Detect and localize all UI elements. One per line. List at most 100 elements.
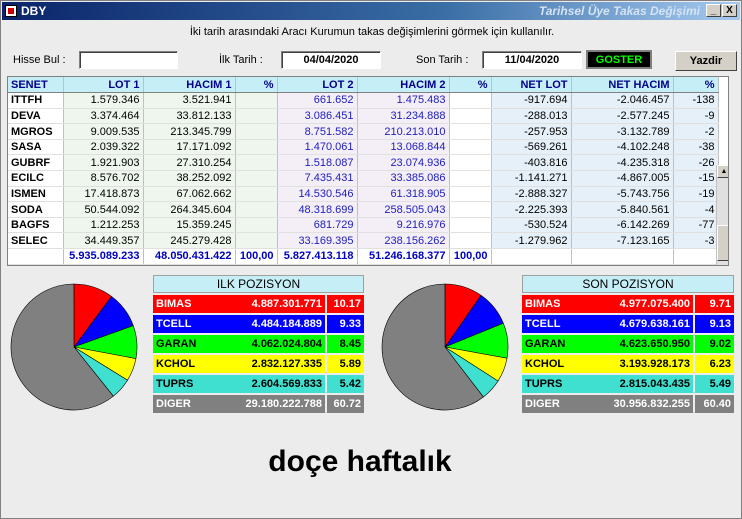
table-cell: 264.345.604 xyxy=(143,201,236,218)
table-cell: 1.579.346 xyxy=(63,92,144,109)
takas-table[interactable]: SENET LOT 1 HACIM 1% LOT 2 HACIM 2% NET LOT NE… xyxy=(7,76,729,266)
table-row[interactable]: DEVA 3.374.464 33.812.133 3.086.451 31.234.8… xyxy=(8,108,719,125)
position-value: 4.623.650.950 xyxy=(582,335,693,353)
table-cell: -2 xyxy=(673,123,719,140)
table-cell: 3.374.464 xyxy=(63,108,144,125)
total-cell: 5.827.413.118 xyxy=(277,248,358,265)
table-row[interactable]: SELEC 34.449.357 245.279.428 33.169.395 238.… xyxy=(8,232,719,250)
minimize-button[interactable]: _ xyxy=(706,4,721,17)
table-cell: SODA xyxy=(8,201,64,218)
position-name: TUPRS xyxy=(153,375,213,393)
position-row: BIMAS 4.887.301.771 10.17 xyxy=(153,295,364,313)
table-row[interactable]: SASA 2.039.322 17.171.092 1.470.061 13.068.8… xyxy=(8,139,719,156)
column-header[interactable]: % xyxy=(673,77,719,94)
table-cell xyxy=(235,139,278,156)
table-cell: -1.279.962 xyxy=(491,232,572,250)
position-percent: 5.49 xyxy=(695,375,734,393)
table-cell xyxy=(235,217,278,234)
table-cell: 33.169.395 xyxy=(277,232,358,250)
table-cell: -4.235.318 xyxy=(571,154,674,172)
position-name: GARAN xyxy=(153,335,213,353)
table-cell: GUBRF xyxy=(8,154,64,172)
close-button[interactable]: X xyxy=(722,4,737,17)
position-name: KCHOL xyxy=(522,355,582,373)
table-cell: BAGFS xyxy=(8,217,64,234)
table-cell xyxy=(449,186,492,203)
total-cell: 5.935.089.233 xyxy=(63,248,144,265)
table-row[interactable]: ECILC 8.576.702 38.252.092 7.435.431 33.385.… xyxy=(8,170,719,187)
position-row: GARAN 4.623.650.950 9.02 xyxy=(522,335,734,353)
ilk-tarih-input[interactable]: 04/04/2020 xyxy=(281,51,381,69)
table-cell xyxy=(449,232,492,250)
goster-button[interactable]: GOSTER xyxy=(586,50,652,69)
table-cell: -403.816 xyxy=(491,154,572,172)
title-bar[interactable]: DBY Tarihsel Üye Takas Değişimi _ X xyxy=(2,2,740,20)
table-cell: -138 xyxy=(673,92,719,109)
position-percent: 5.89 xyxy=(327,355,364,373)
table-cell: -26 xyxy=(673,154,719,172)
table-cell: 50.544.092 xyxy=(63,201,144,218)
table-cell: DEVA xyxy=(8,108,64,125)
table-row[interactable]: BAGFS 1.212.253 15.359.245 681.729 9.216.976… xyxy=(8,217,719,234)
table-cell: 1.518.087 xyxy=(277,154,358,172)
table-cell: 3.086.451 xyxy=(277,108,358,125)
table-cell: MGROS xyxy=(8,123,64,140)
table-cell: -530.524 xyxy=(491,217,572,234)
son-tarih-label: Son Tarih : xyxy=(416,54,469,66)
table-cell: -257.953 xyxy=(491,123,572,140)
table-row[interactable]: ISMEN 17.418.873 67.062.662 14.530.546 61.31… xyxy=(8,186,719,203)
table-cell: -2.577.245 xyxy=(571,108,674,125)
total-cell xyxy=(8,248,64,265)
column-header[interactable]: HACIM 1 xyxy=(143,77,236,94)
table-row[interactable]: SODA 50.544.092 264.345.604 48.318.699 258.5… xyxy=(8,201,719,218)
table-cell xyxy=(235,170,278,187)
description-text: İki tarih arasındaki Aracı Kurumun takas… xyxy=(189,26,555,38)
column-header[interactable]: % xyxy=(235,77,278,94)
position-row: TUPRS 2.604.569.833 5.42 xyxy=(153,375,364,393)
position-percent: 9.13 xyxy=(695,315,734,333)
column-header[interactable]: LOT 1 xyxy=(63,77,144,94)
table-cell: -2.046.457 xyxy=(571,92,674,109)
yazdir-button[interactable]: Yazdir xyxy=(675,51,737,71)
position-name: TCELL xyxy=(153,315,213,333)
vertical-scrollbar[interactable]: ▲ ▼ xyxy=(716,165,728,265)
column-header[interactable]: SENET xyxy=(8,77,64,94)
table-cell: SELEC xyxy=(8,232,64,250)
column-header[interactable]: % xyxy=(449,77,492,94)
table-cell: 61.318.905 xyxy=(357,186,450,203)
table-cell: 1.921.903 xyxy=(63,154,144,172)
position-percent: 6.23 xyxy=(695,355,734,373)
hisse-search-input[interactable] xyxy=(79,51,178,69)
table-row[interactable]: GUBRF 1.921.903 27.310.254 1.518.087 23.074.… xyxy=(8,154,719,172)
position-value: 2.832.127.335 xyxy=(213,355,325,373)
table-cell xyxy=(235,201,278,218)
column-header[interactable]: NET LOT xyxy=(491,77,572,94)
table-cell: 1.470.061 xyxy=(277,139,358,156)
table-cell xyxy=(235,92,278,109)
table-cell: -15 xyxy=(673,170,719,187)
position-percent: 9.33 xyxy=(327,315,364,333)
scroll-thumb[interactable] xyxy=(717,225,728,261)
table-cell: 9.009.535 xyxy=(63,123,144,140)
table-cell: -4.102.248 xyxy=(571,139,674,156)
table-row[interactable]: MGROS 9.009.535 213.345.799 8.751.582 210.21… xyxy=(8,123,719,140)
table-cell: 23.074.936 xyxy=(357,154,450,172)
table-cell xyxy=(235,154,278,172)
column-header[interactable]: HACIM 2 xyxy=(357,77,450,94)
table-cell: ITTFH xyxy=(8,92,64,109)
table-row[interactable]: ITTFH 1.579.346 3.521.941 661.652 1.475.483 -… xyxy=(8,92,719,109)
table-cell xyxy=(449,123,492,140)
scroll-up-icon[interactable]: ▲ xyxy=(717,165,728,178)
total-cell xyxy=(491,248,572,265)
ilk-pozisyon-pie xyxy=(10,283,138,411)
son-tarih-input[interactable]: 11/04/2020 xyxy=(482,51,582,69)
column-header[interactable]: LOT 2 xyxy=(277,77,358,94)
table-cell: 14.530.546 xyxy=(277,186,358,203)
table-cell: ECILC xyxy=(8,170,64,187)
table-cell: 213.345.799 xyxy=(143,123,236,140)
total-cell xyxy=(673,248,719,265)
table-cell: 1.212.253 xyxy=(63,217,144,234)
table-cell: 34.449.357 xyxy=(63,232,144,250)
column-header[interactable]: NET HACIM xyxy=(571,77,674,94)
table-cell: -4 xyxy=(673,201,719,218)
